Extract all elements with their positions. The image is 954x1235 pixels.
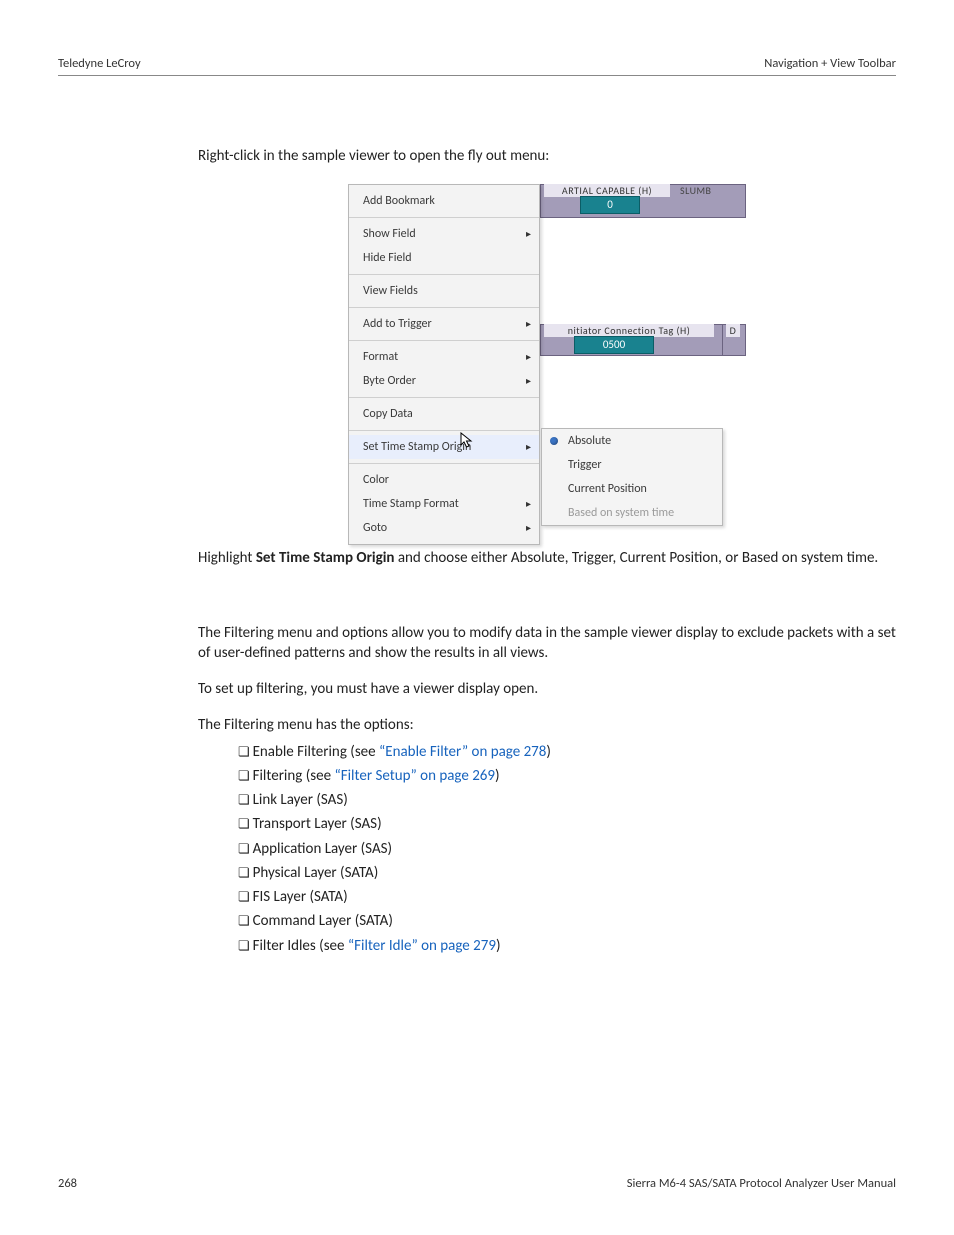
filter-p1: The Filtering menu and options allow you… bbox=[198, 623, 898, 664]
sub-trigger[interactable]: Trigger bbox=[542, 453, 722, 477]
list-item: Physical Layer (SATA) bbox=[238, 863, 898, 883]
bg-header-mid-right: D bbox=[726, 324, 740, 337]
screenshot-figure: ARTIAL CAPABLE (H) SLUMB 0 nitiator Conn… bbox=[348, 184, 748, 520]
bg-slumb-label: SLUMB bbox=[680, 184, 712, 197]
ctx-time-stamp-format[interactable]: Time Stamp Format bbox=[349, 492, 539, 516]
link-filter-idle[interactable]: “Filter Idle” on page 279 bbox=[348, 937, 496, 955]
ctx-show-field[interactable]: Show Field bbox=[349, 222, 539, 246]
intro-paragraph: Right-click in the sample viewer to open… bbox=[198, 146, 898, 166]
ctx-goto[interactable]: Goto bbox=[349, 516, 539, 540]
list-item: Application Layer (SAS) bbox=[238, 839, 898, 859]
list-item: FIS Layer (SATA) bbox=[238, 887, 898, 907]
sub-based-on-system-time[interactable]: Based on system time bbox=[542, 501, 722, 525]
ctx-format[interactable]: Format bbox=[349, 345, 539, 369]
footer-page-number: 268 bbox=[58, 1176, 77, 1191]
filter-p3: The Filtering menu has the options: bbox=[198, 715, 898, 735]
bg-val-mid: 0500 bbox=[574, 336, 654, 354]
page-footer: 268 Sierra M6-4 SAS/SATA Protocol Analyz… bbox=[58, 1176, 896, 1191]
ctx-view-fields[interactable]: View Fields bbox=[349, 279, 539, 303]
page-header: Teledyne LeCroy Navigation + View Toolba… bbox=[58, 56, 896, 76]
highlight-pre: Highlight bbox=[198, 549, 256, 567]
sub-current-position[interactable]: Current Position bbox=[542, 477, 722, 501]
header-right: Navigation + View Toolbar bbox=[764, 56, 896, 71]
highlight-bold: Set Time Stamp Origin bbox=[256, 549, 395, 567]
filter-p2: To set up filtering, you must have a vie… bbox=[198, 679, 898, 699]
ctx-byte-order[interactable]: Byte Order bbox=[349, 369, 539, 393]
page-body: Right-click in the sample viewer to open… bbox=[58, 76, 898, 956]
list-item: Command Layer (SATA) bbox=[238, 911, 898, 931]
list-item: Filter Idles (see “Filter Idle” on page … bbox=[238, 936, 898, 956]
header-left: Teledyne LeCroy bbox=[58, 56, 141, 71]
list-item: Filtering (see “Filter Setup” on page 26… bbox=[238, 766, 898, 786]
highlight-paragraph: Highlight Set Time Stamp Origin and choo… bbox=[198, 548, 898, 568]
context-menu[interactable]: Add Bookmark Show Field Hide Field View … bbox=[348, 184, 540, 545]
list-item: Enable Filtering (see “Enable Filter” on… bbox=[238, 742, 898, 762]
highlight-post: and choose either Absolute, Trigger, Cur… bbox=[394, 549, 878, 567]
filter-options-list: Enable Filtering (see “Enable Filter” on… bbox=[238, 742, 898, 956]
ctx-set-time-stamp-origin[interactable]: Set Time Stamp Origin bbox=[349, 435, 539, 459]
ctx-add-to-trigger[interactable]: Add to Trigger bbox=[349, 312, 539, 336]
sub-absolute[interactable]: Absolute bbox=[542, 429, 722, 453]
ctx-color[interactable]: Color bbox=[349, 468, 539, 492]
list-item: Transport Layer (SAS) bbox=[238, 814, 898, 834]
link-filter-setup[interactable]: “Filter Setup” on page 269 bbox=[334, 767, 495, 785]
list-item: Link Layer (SAS) bbox=[238, 790, 898, 810]
ctx-hide-field[interactable]: Hide Field bbox=[349, 246, 539, 270]
link-enable-filter[interactable]: “Enable Filter” on page 278 bbox=[379, 743, 546, 761]
submenu-time-stamp-origin[interactable]: Absolute Trigger Current Position Based … bbox=[541, 428, 723, 526]
ctx-copy-data[interactable]: Copy Data bbox=[349, 402, 539, 426]
bg-val-top: 0 bbox=[580, 196, 640, 214]
ctx-add-bookmark[interactable]: Add Bookmark bbox=[349, 189, 539, 213]
footer-doc-title: Sierra M6-4 SAS/SATA Protocol Analyzer U… bbox=[627, 1176, 896, 1191]
